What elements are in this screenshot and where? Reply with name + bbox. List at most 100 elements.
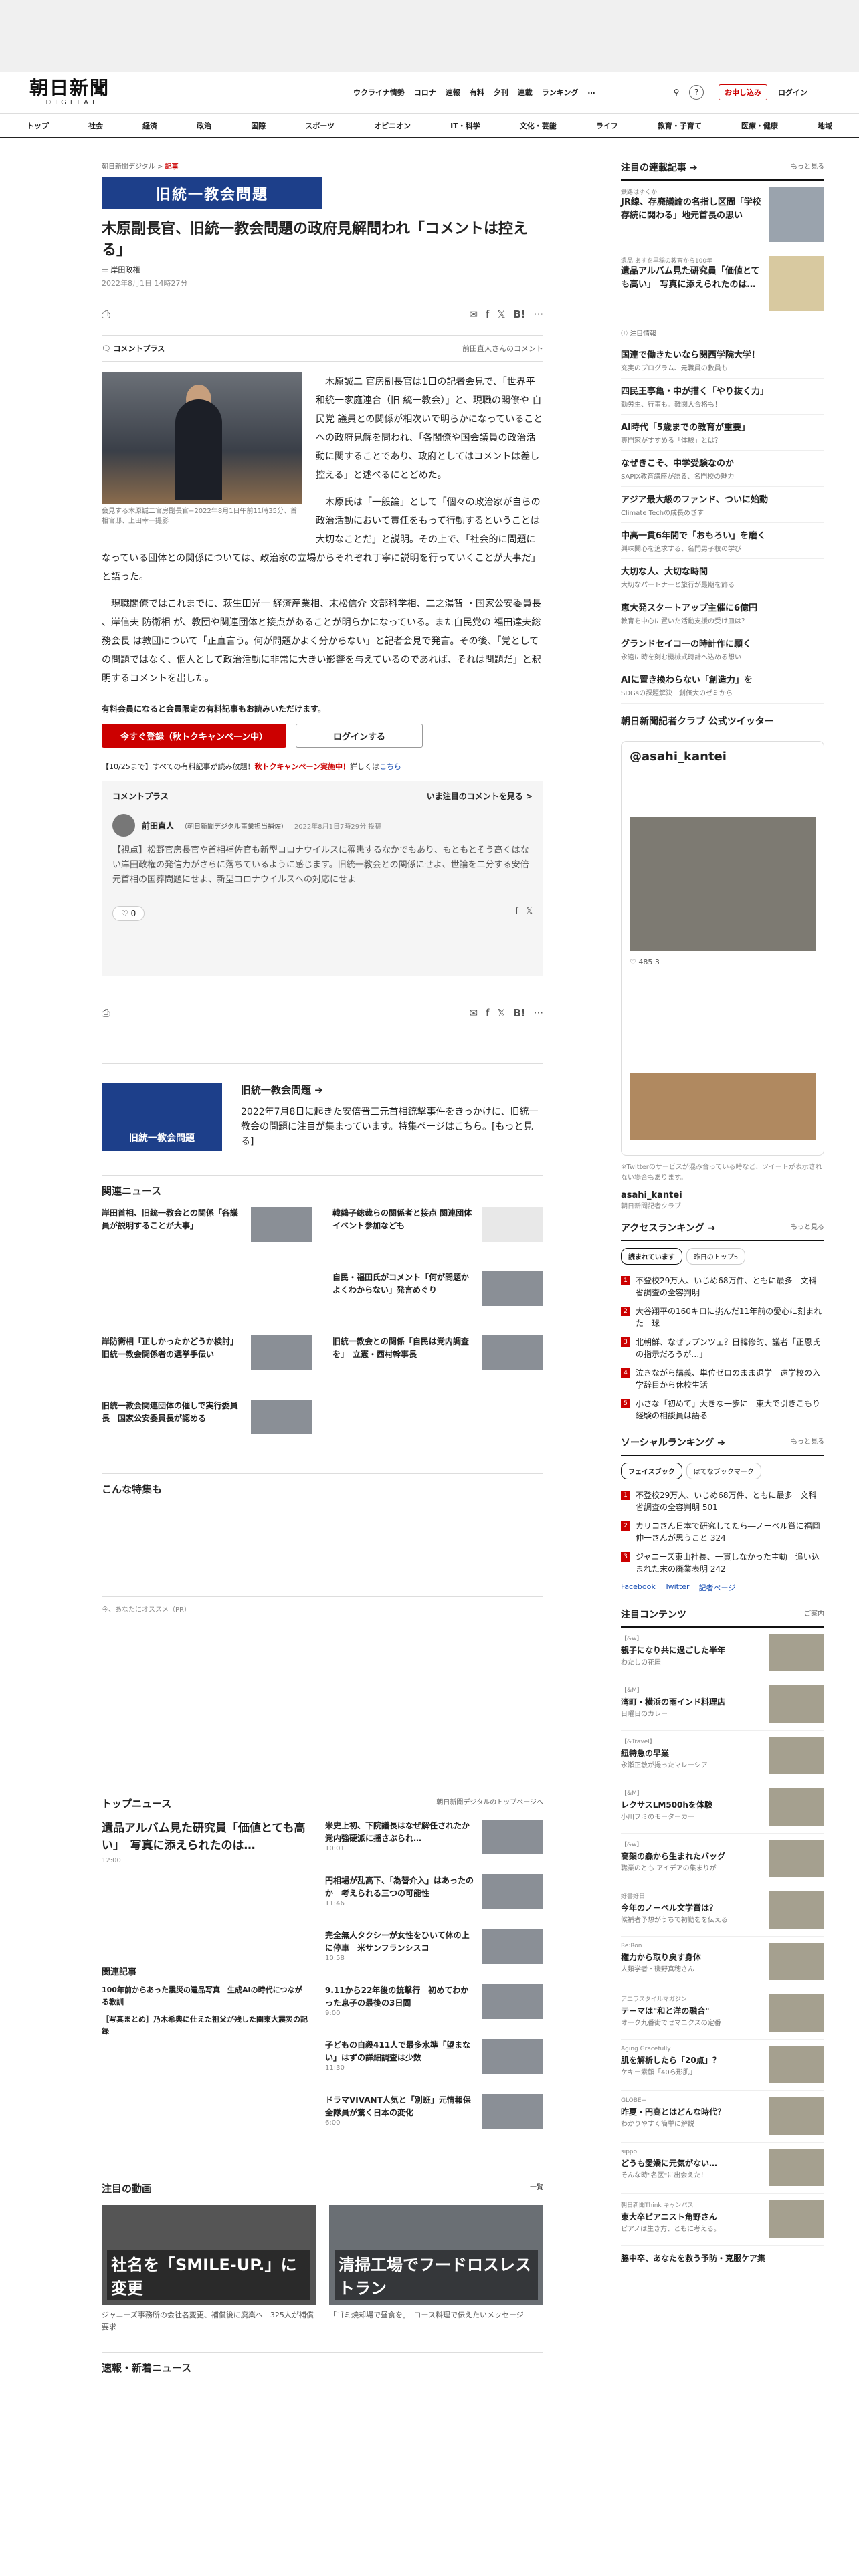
print-icon[interactable]: ⎙	[102, 308, 110, 321]
hatena-icon[interactable]: B!	[513, 1007, 525, 1019]
tab-yesterday[interactable]: 昨日のトップ5	[686, 1248, 746, 1265]
ad-item[interactable]: 大切な人、大切な時間 大切なパートナーと旅行が最期を飾る	[621, 559, 824, 595]
commenter[interactable]: 前田直人 （朝日新聞デジタル事業担当補佐） 2022年8月1日7時29分 投稿	[112, 814, 533, 837]
content-item[interactable]: 【&Travel】 紐特急の早業 永瀬正敏が撮ったマレーシア	[621, 1731, 824, 1782]
nav-paid[interactable]: 有料	[470, 87, 484, 98]
like-button[interactable]: ♡ 0	[112, 906, 145, 921]
facebook-link[interactable]: Facebook	[621, 1582, 656, 1593]
topnews-lead[interactable]: 遺品アルバム見た研究員「価値とても高い」 写真に添えられたのは… 12:00	[102, 1820, 309, 1864]
ranking-item[interactable]: 2 カリコさん日本で研究してたら―ノーベル賞に福岡伸一さんが思うこと 324	[621, 1517, 824, 1547]
cat-it-science[interactable]: IT・科学	[450, 120, 480, 131]
video-card[interactable]: 社名を「SMILE-UP.」に変更 ジャニーズ事務所の会社名変更、補償後に廃業へ…	[102, 2205, 316, 2333]
cat-economy[interactable]: 経済	[142, 120, 157, 131]
print-icon[interactable]: ⎙	[102, 1006, 110, 1020]
feature-title[interactable]: 旧統一教会問題 ➔	[241, 1083, 543, 1097]
comment-plus-label[interactable]: 🗨 コメントプラス	[102, 343, 165, 354]
search-icon[interactable]: ⚲	[669, 85, 684, 100]
hatena-icon[interactable]: B!	[513, 308, 525, 320]
content-item[interactable]: 【&w】 親子になり共に過ごした半年 わたしの花屋	[621, 1628, 824, 1679]
pickup-more[interactable]: もっと見る	[791, 160, 824, 174]
ad-item[interactable]: アジア最大級のファンド、ついに始動 Climate Techの成長めざす	[621, 487, 824, 523]
ranking-item[interactable]: 3 北朝鮮、なぜラプンツェ？日韓修的、議者「正恩氏の指示だろうが…」	[621, 1333, 824, 1364]
ranking-item[interactable]: 1 不登校29万人、いじめ68万件、ともに最多 文科省調査の全容判明	[621, 1271, 824, 1302]
content-item[interactable]: 朝日新聞Think キャンパス 東大卒ピアニスト角野さん ピアノは生き方、ともに考え…	[621, 2194, 824, 2246]
related-item[interactable]: 自民・福田氏がコメント「何が問題かよくわからない」発言めぐり	[332, 1271, 543, 1321]
related-article[interactable]: ［写真まとめ］乃木希典に仕えた祖父が残した関東大震災の記録	[102, 2014, 309, 2038]
nav-breaking[interactable]: 速報	[446, 87, 460, 98]
help-icon[interactable]: ?	[689, 85, 704, 100]
ranking-item[interactable]: 4 泣きながら講義、単位ゼロのまま退学 遠学校の入学辞目から休校生活	[621, 1364, 824, 1394]
article-photo[interactable]: 会見する木原誠二官房副長官=2022年8月1日午前11時35分、首相官邸、上田幸…	[102, 372, 302, 526]
nav-series[interactable]: 連載	[518, 87, 533, 98]
content-item[interactable]: Aging Gracefully 肌を解析したら「20点」？ ケキー素顔「40ら形肌…	[621, 2040, 824, 2091]
login-link[interactable]: ログイン	[778, 87, 807, 98]
feature-card[interactable]: 旧統一教会問題 旧統一教会問題 ➔ 2022年7月8日に起きた安倍晋三元首相銃撃…	[102, 1063, 543, 1151]
ad-item[interactable]: 恵大発スタートアップ主催に6億円 教育を中心に置いた活動支援の受け皿は？	[621, 595, 824, 631]
cat-sports[interactable]: スポーツ	[305, 120, 335, 131]
tab-facebook[interactable]: フェイスブック	[621, 1463, 682, 1479]
mail-icon[interactable]: ✉	[469, 1007, 478, 1019]
content-item[interactable]: GLOBE+ 昨夏・円高とはどんな時代？ わかりやすく簡単に解説	[621, 2091, 824, 2143]
commenter-note[interactable]: 前田直人さんのコメント	[462, 343, 543, 354]
twitter-icon[interactable]: 𝕏	[497, 308, 505, 320]
mail-icon[interactable]: ✉	[469, 308, 478, 320]
last-item[interactable]: 脇中卒、あなたを救う予防・克服ケア集	[621, 2252, 824, 2264]
apply-button[interactable]: お申し込み	[719, 84, 767, 100]
content-item[interactable]: 【&M】 レクサスLM500hを体験 小川フミのモーターカー	[621, 1782, 824, 1834]
nav-more[interactable]: …	[587, 87, 595, 98]
tab-read[interactable]: 読まれています	[621, 1248, 682, 1265]
twitter-icon[interactable]: 𝕏	[526, 906, 533, 916]
twitter-icon[interactable]: 𝕏	[497, 1007, 505, 1019]
cat-education[interactable]: 教育・子育て	[658, 120, 702, 131]
reporter-page-link[interactable]: 記者ページ	[699, 1582, 736, 1593]
ranking-item[interactable]: 1 不登校29万人、いじめ68万件、ともに最多 文科省調査の全容判明 501	[621, 1486, 824, 1517]
related-article[interactable]: 100年前からあった震災の遺品写真 生成AIの時代につながる教訓	[102, 1984, 309, 2008]
ad-item[interactable]: 中高一貫6年間で「おもろい」を磨く 興味関心を追求する、名門男子校の学び	[621, 523, 824, 559]
breadcrumb-category[interactable]: 記事	[165, 163, 179, 171]
related-item[interactable]: 韓鶴子総裁らの関係者と接点 関連団体イベント参加なども	[332, 1207, 543, 1257]
topnews-link[interactable]: 朝日新聞デジタルのトップページへ	[436, 1796, 543, 1810]
cat-politics[interactable]: 政治	[197, 120, 211, 131]
related-item[interactable]: 岸防衛相「正しかったかどうか検討」 旧統一教会関係者の選挙手伝い	[102, 1335, 312, 1385]
contents-more[interactable]: ご案内	[804, 1608, 824, 1621]
ad-item[interactable]: グランドセイコーの時計作に願く 永遠に時を刻む機械式時計へ込める想い	[621, 631, 824, 667]
topnews-item[interactable]: 円相場が乱高下、「為替介入」はあったのか 考えられる三つの可能性 11:46	[325, 1874, 543, 1929]
related-item[interactable]: 旧統一教会との関係「自民は党内調査を」 立憲・西村幹事長	[332, 1335, 543, 1385]
twitter-account[interactable]: asahi_kantei 朝日新聞記者クラブ	[621, 1190, 824, 1210]
ad-item[interactable]: なぜきこそ、中学受験なのか SAPIX教育講座が語る、名門校の魅力	[621, 451, 824, 487]
content-item[interactable]: 好書好日 今年のノーベル文学賞は？ 候補者予想がうちで初勤をを伝える	[621, 1885, 824, 1937]
topnews-item[interactable]: ドラマVIVANT人気と「別班」元情報保全隊員が驚く日本の変化 6:00	[325, 2094, 543, 2149]
breadcrumb-site[interactable]: 朝日新聞デジタル	[102, 163, 155, 171]
topnews-item[interactable]: 子どもの自殺411人で最多水準「望まない」はずの詳細調査は少数 11:30	[325, 2039, 543, 2094]
twitter-widget[interactable]: @asahi_kantei ♡ 485 3	[621, 741, 824, 1156]
tab-hatena[interactable]: はてなブックマーク	[686, 1463, 761, 1479]
cat-region[interactable]: 地域	[818, 120, 832, 131]
related-item[interactable]: 岸田首相、旧統一教会との関係「各議員が説明することが大事」	[102, 1207, 312, 1257]
topnews-item[interactable]: 完全無人タクシーが女性をひいて体の上に停車 米サンフランシスコ 10:58	[325, 1929, 543, 1984]
ranking-item[interactable]: 3 ジャニーズ東山社長、一貫しなかった主動 追い込まれた末の廃業表明 242	[621, 1547, 824, 1578]
asahi-logo[interactable]: 朝日新聞 DIGITAL	[29, 78, 116, 107]
article-author[interactable]: ☰ 岸田政権	[102, 264, 543, 275]
ad-item[interactable]: AIに置き換わらない「創造力」を SDGsの課題解決 創価大のゼミから	[621, 667, 824, 704]
see-comments-link[interactable]: いま注目のコメントを見る >	[427, 790, 533, 802]
topic-banner[interactable]: 旧統一教会問題	[102, 177, 322, 209]
topnews-item[interactable]: 9.11から22年後の銃撃行 初めてわかった息子の最後の3日間 9:00	[325, 1984, 543, 2039]
content-item[interactable]: Re:Ron 権力から取り戻す身体 人類学者・磯野真穂さん	[621, 1937, 824, 1988]
nav-evening[interactable]: 夕刊	[494, 87, 508, 98]
content-item[interactable]: sippo どうも愛嬌に元気がない… そんな時"名医"に出会えた！	[621, 2143, 824, 2194]
ad-item[interactable]: AI時代「5歳までの教育が重要」 専門家がすすめる「体験」とは？	[621, 415, 824, 451]
facebook-icon[interactable]: f	[486, 308, 489, 320]
cat-life[interactable]: ライフ	[596, 120, 618, 131]
cat-society[interactable]: 社会	[88, 120, 103, 131]
cat-health[interactable]: 医療・健康	[741, 120, 778, 131]
login-button[interactable]: ログインする	[296, 724, 423, 748]
ranking-item[interactable]: 2 大谷翔平の160キロに挑んだ11年前の愛心に刻まれた一球	[621, 1302, 824, 1333]
more-icon[interactable]: ···	[534, 308, 543, 320]
videos-more[interactable]: 一覧	[530, 2181, 543, 2195]
topnews-item[interactable]: 米史上初、下院議長はなぜ解任されたか 党内強硬派に揺さぶられ… 10:01	[325, 1820, 543, 1874]
facebook-icon[interactable]: f	[486, 1007, 489, 1019]
pickup-item[interactable]: 遺品 あすを早稲の教育から100年 遺品アルバム見た研究員「価値とても高い」 写真…	[621, 249, 824, 318]
twitter-link[interactable]: Twitter	[665, 1582, 690, 1593]
facebook-icon[interactable]: f	[516, 906, 518, 916]
nav-ranking[interactable]: ランキング	[542, 87, 579, 98]
